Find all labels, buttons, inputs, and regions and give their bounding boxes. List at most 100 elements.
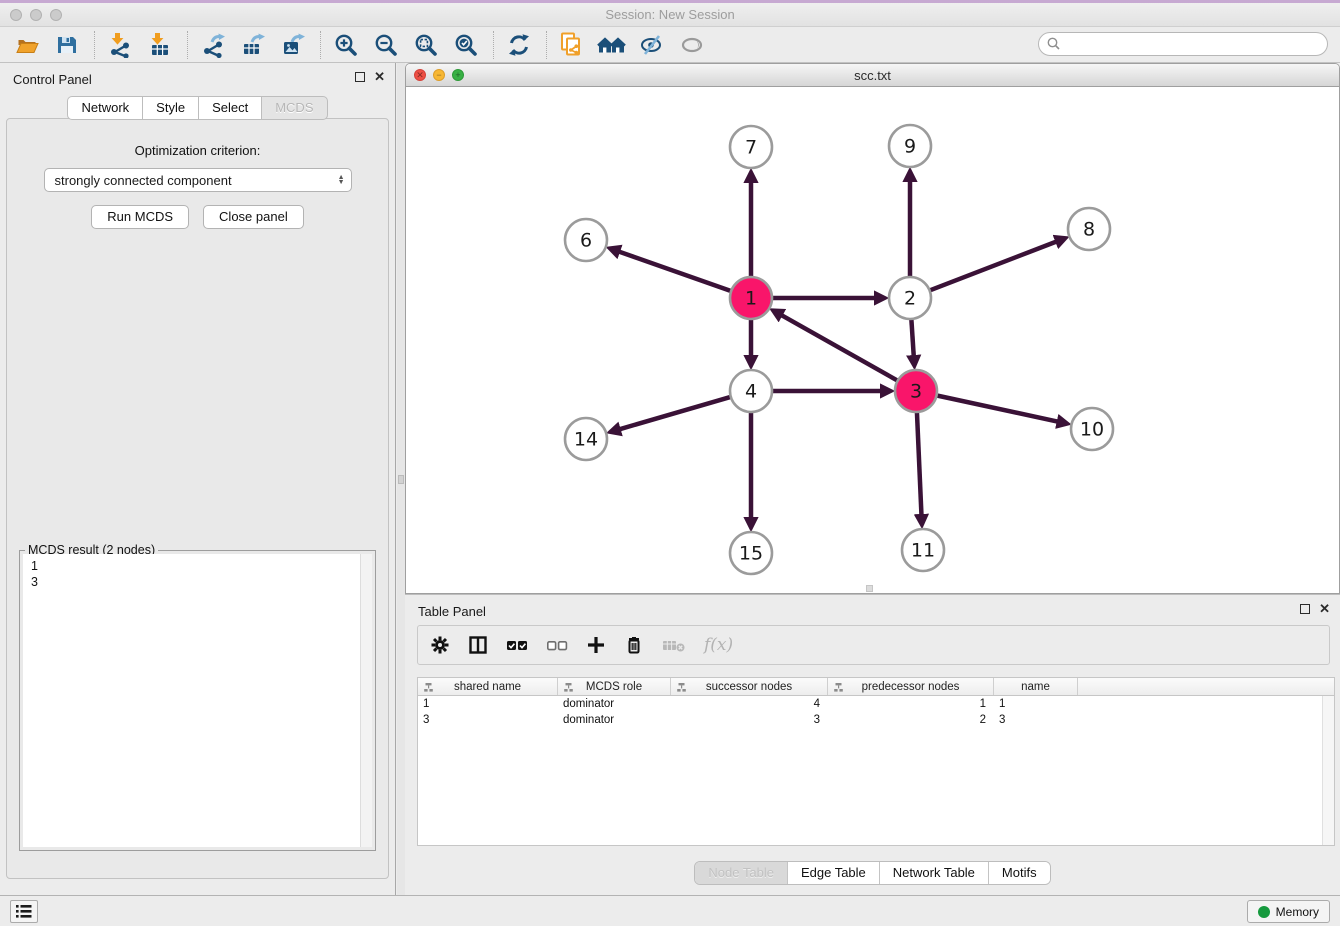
- run-mcds-button[interactable]: Run MCDS: [91, 205, 189, 229]
- close-panel-icon[interactable]: ✕: [374, 72, 385, 82]
- splitter-grip[interactable]: [398, 475, 404, 484]
- import-network-icon[interactable]: [105, 31, 135, 59]
- refresh-layout-icon[interactable]: [504, 31, 534, 59]
- vertical-splitter[interactable]: [397, 63, 405, 895]
- edge-3-10[interactable]: [935, 395, 1060, 422]
- table-row[interactable]: 1dominator411: [418, 696, 1334, 712]
- graph-node-4[interactable]: 4: [730, 370, 772, 412]
- optimization-criterion-label: Optimization criterion:: [7, 143, 388, 158]
- tab-mcds[interactable]: MCDS: [261, 96, 327, 120]
- search-field[interactable]: [1038, 32, 1328, 56]
- zoom-fit-icon[interactable]: [411, 31, 441, 59]
- add-column-icon[interactable]: [586, 635, 606, 655]
- result-line: 1: [31, 558, 358, 574]
- edge-3-1[interactable]: [780, 314, 900, 381]
- network-window-titlebar[interactable]: ✕ − + scc.txt: [406, 64, 1339, 87]
- cell-successor-nodes[interactable]: 3: [671, 712, 828, 728]
- split-view-icon[interactable]: [468, 635, 488, 655]
- cell-MCDS-role[interactable]: dominator: [558, 696, 671, 712]
- import-table-icon[interactable]: [145, 31, 175, 59]
- edge-3-11[interactable]: [917, 410, 922, 517]
- criterion-dropdown[interactable]: strongly connected component ▲▼: [44, 168, 352, 192]
- show-hidden-icon[interactable]: [677, 31, 707, 59]
- graph-node-1[interactable]: 1: [730, 277, 772, 319]
- graph-node-11[interactable]: 11: [902, 529, 944, 571]
- hide-selected-icon[interactable]: [637, 31, 667, 59]
- cell-predecessor-nodes[interactable]: 2: [828, 712, 994, 728]
- column-header-shared-name[interactable]: shared name: [418, 678, 558, 695]
- cell-shared-name[interactable]: 3: [418, 712, 558, 728]
- memory-button[interactable]: Memory: [1247, 900, 1330, 923]
- deselect-all-icon[interactable]: [546, 635, 568, 655]
- export-network-icon[interactable]: [198, 31, 228, 59]
- edge-2-8[interactable]: [928, 241, 1058, 291]
- tab-node-table[interactable]: Node Table: [695, 862, 788, 884]
- function-builder-icon: f(x): [704, 635, 733, 655]
- node-table: shared nameMCDS rolesuccessor nodesprede…: [417, 677, 1335, 846]
- task-history-button[interactable]: [10, 900, 38, 923]
- canvas-grip[interactable]: [866, 585, 873, 592]
- svg-text:6: 6: [580, 230, 592, 252]
- graph-node-3[interactable]: 3: [895, 370, 937, 412]
- zoom-out-icon[interactable]: [371, 31, 401, 59]
- network-canvas[interactable]: 7 9 6 8 1 2 4 3 14 10 15 11: [406, 87, 1339, 594]
- network-graph[interactable]: 7 9 6 8 1 2 4 3 14 10 15 11: [406, 87, 1339, 594]
- tab-select[interactable]: Select: [198, 96, 261, 120]
- search-input[interactable]: [1062, 35, 1327, 53]
- table-settings-icon[interactable]: [430, 635, 450, 655]
- zoom-selected-icon[interactable]: [451, 31, 481, 59]
- float-table-panel-icon[interactable]: [1300, 604, 1310, 614]
- graph-node-2[interactable]: 2: [889, 277, 931, 319]
- control-panel-title: Control Panel: [13, 72, 92, 87]
- close-table-panel-icon[interactable]: ✕: [1319, 604, 1330, 614]
- svg-text:9: 9: [904, 136, 916, 158]
- svg-text:11: 11: [911, 540, 935, 562]
- cell-MCDS-role[interactable]: dominator: [558, 712, 671, 728]
- cell-shared-name[interactable]: 1: [418, 696, 558, 712]
- table-panel-title: Table Panel: [418, 604, 486, 619]
- edge-4-14[interactable]: [618, 396, 733, 429]
- graph-node-15[interactable]: 15: [730, 532, 772, 574]
- float-panel-icon[interactable]: [355, 72, 365, 82]
- tab-edge-table[interactable]: Edge Table: [788, 862, 880, 884]
- graph-node-14[interactable]: 14: [565, 418, 607, 460]
- cell-predecessor-nodes[interactable]: 1: [828, 696, 994, 712]
- graph-node-8[interactable]: 8: [1068, 208, 1110, 250]
- table-scrollbar[interactable]: [1322, 696, 1334, 845]
- select-all-icon[interactable]: [506, 635, 528, 655]
- table-tabs: Node TableEdge TableNetwork TableMotifs: [694, 861, 1050, 885]
- result-scrollbar[interactable]: [360, 554, 372, 847]
- graph-node-7[interactable]: 7: [730, 126, 772, 168]
- delete-column-icon[interactable]: [624, 635, 644, 655]
- export-image-icon[interactable]: [278, 31, 308, 59]
- graph-node-9[interactable]: 9: [889, 125, 931, 167]
- graph-node-10[interactable]: 10: [1071, 408, 1113, 450]
- mcds-result-lines: 13: [23, 554, 358, 847]
- mcds-result-area[interactable]: 13: [23, 554, 372, 847]
- tab-motifs[interactable]: Motifs: [989, 862, 1050, 884]
- graph-node-6[interactable]: 6: [565, 219, 607, 261]
- svg-text:3: 3: [910, 381, 922, 403]
- tab-network[interactable]: Network: [67, 96, 142, 120]
- edge-2-3[interactable]: [911, 317, 914, 358]
- tab-network-table[interactable]: Network Table: [880, 862, 989, 884]
- control-panel: Control Panel ✕ NetworkStyleSelectMCDS O…: [0, 63, 396, 895]
- edge-1-6[interactable]: [617, 251, 733, 292]
- cell-name[interactable]: 3: [994, 712, 1078, 728]
- cell-successor-nodes[interactable]: 4: [671, 696, 828, 712]
- column-header-successor-nodes[interactable]: successor nodes: [671, 678, 828, 695]
- column-header-predecessor-nodes[interactable]: predecessor nodes: [828, 678, 994, 695]
- table-row[interactable]: 3dominator323: [418, 712, 1334, 728]
- open-session-icon[interactable]: [12, 31, 42, 59]
- export-table-icon[interactable]: [238, 31, 268, 59]
- cell-name[interactable]: 1: [994, 696, 1078, 712]
- column-header-name[interactable]: name: [994, 678, 1078, 695]
- show-all-nodes-icon[interactable]: [597, 31, 627, 59]
- tab-style[interactable]: Style: [142, 96, 198, 120]
- table-body: 1dominator4113dominator323: [417, 696, 1335, 846]
- column-header-MCDS-role[interactable]: MCDS role: [558, 678, 671, 695]
- duplicate-network-icon[interactable]: [557, 31, 587, 59]
- zoom-in-icon[interactable]: [331, 31, 361, 59]
- close-panel-button[interactable]: Close panel: [203, 205, 304, 229]
- save-session-icon[interactable]: [52, 31, 82, 59]
